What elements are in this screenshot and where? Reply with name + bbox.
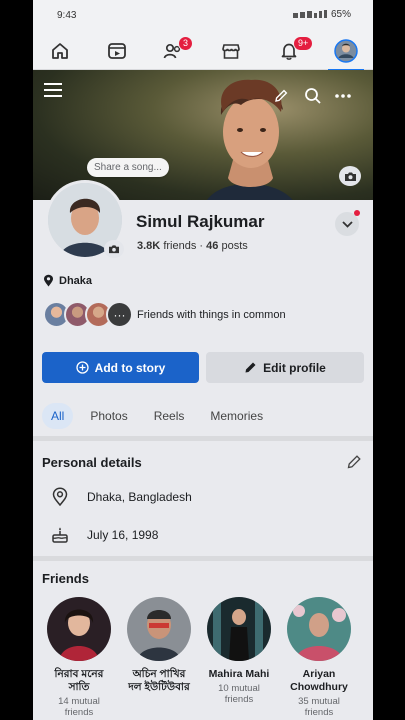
common-friends-avatars: ··· bbox=[43, 301, 133, 328]
friends-section-title: Friends bbox=[42, 571, 89, 586]
tab-reels[interactable]: Reels bbox=[145, 403, 194, 429]
cover-person-image bbox=[207, 79, 293, 200]
common-friends-text: Friends with things in common bbox=[137, 308, 286, 321]
birthday-cake-icon bbox=[52, 527, 68, 543]
friends-in-common[interactable]: ··· Friends with things in common bbox=[43, 301, 286, 328]
friend-photo bbox=[47, 597, 111, 661]
friend-mutual: 35 mutual friends bbox=[298, 696, 340, 718]
profile-name: Simul Rajkumar bbox=[136, 212, 265, 231]
friend-card[interactable]: Mahira Mahi 10 mutual friends bbox=[207, 597, 271, 718]
camera-icon bbox=[344, 172, 356, 181]
friend-name: Mahira Mahi bbox=[208, 668, 270, 680]
friend-photo bbox=[207, 597, 271, 661]
nav-friends[interactable]: 3 bbox=[153, 32, 194, 70]
profile-screen: 9:43 65% 3 9+ Share a song... Simul Rajk… bbox=[33, 0, 373, 720]
notifications-badge: 9+ bbox=[293, 36, 314, 51]
friend-name: নিরাব মনের সাতি bbox=[54, 668, 104, 693]
home-icon bbox=[52, 43, 68, 59]
section-divider bbox=[33, 436, 373, 441]
signal-icon bbox=[292, 10, 327, 18]
friend-photo bbox=[287, 597, 351, 661]
notification-dot bbox=[354, 210, 360, 216]
status-indicators: 65% bbox=[292, 9, 351, 20]
avatar-camera-button[interactable] bbox=[104, 240, 124, 258]
edit-profile-label: Edit profile bbox=[263, 360, 326, 375]
edit-pencil-icon[interactable] bbox=[273, 88, 289, 104]
chevron-down-icon bbox=[341, 220, 353, 228]
share-song-bubble[interactable]: Share a song... bbox=[87, 158, 169, 177]
detail-location: Dhaka, Bangladesh bbox=[49, 487, 192, 506]
friends-count: 3.8K bbox=[137, 240, 161, 252]
tab-all[interactable]: All bbox=[42, 403, 74, 429]
nav-home[interactable] bbox=[40, 32, 80, 70]
nav-profile[interactable] bbox=[326, 32, 366, 71]
profile-switch-button[interactable] bbox=[335, 210, 360, 236]
city-label: Dhaka bbox=[59, 274, 93, 287]
add-circle-icon bbox=[76, 361, 89, 374]
battery-level: 65% bbox=[330, 9, 351, 20]
add-to-story-button[interactable]: Add to story bbox=[42, 352, 199, 383]
posts-count: 46 bbox=[206, 240, 219, 252]
friends-grid: নিরাব মনের সাতি 14 mutual friends অচিন প… bbox=[47, 597, 351, 718]
cover-camera-button[interactable] bbox=[339, 166, 361, 186]
search-icon[interactable] bbox=[304, 87, 322, 105]
camera-icon bbox=[109, 245, 119, 254]
menu-icon[interactable] bbox=[43, 82, 63, 98]
friend-name: Ariyan Chowdhury bbox=[290, 668, 348, 693]
stats-separator: · bbox=[199, 240, 204, 252]
more-options-icon[interactable] bbox=[335, 93, 351, 99]
pencil-icon bbox=[245, 362, 256, 373]
detail-birthday: July 16, 1998 bbox=[49, 526, 158, 544]
friend-name: অচিন পাখির দল ইউটিউবার bbox=[128, 668, 190, 693]
personal-details-title: Personal details bbox=[42, 455, 142, 470]
nav-video[interactable] bbox=[97, 32, 137, 70]
friend-mutual: 14 mutual friends bbox=[58, 696, 100, 718]
friends-label: friends bbox=[163, 240, 197, 252]
friend-mutual: 10 mutual friends bbox=[218, 683, 260, 705]
location-pin-icon bbox=[52, 487, 68, 506]
friend-card[interactable]: নিরাব মনের সাতি 14 mutual friends bbox=[47, 597, 111, 718]
more-avatars-icon: ··· bbox=[106, 301, 133, 328]
section-divider bbox=[33, 556, 373, 561]
status-bar: 9:43 65% bbox=[33, 0, 373, 32]
nav-marketplace[interactable] bbox=[211, 32, 251, 70]
current-city: Dhaka bbox=[43, 274, 92, 287]
status-time: 9:43 bbox=[57, 10, 77, 21]
detail-location-text: Dhaka, Bangladesh bbox=[87, 489, 192, 504]
tab-memories[interactable]: Memories bbox=[201, 403, 272, 429]
profile-avatar-icon bbox=[334, 39, 358, 63]
friend-card[interactable]: অচিন পাখির দল ইউটিউবার bbox=[127, 597, 191, 718]
profile-tabs: All Photos Reels Memories bbox=[42, 403, 272, 429]
friend-card[interactable]: Ariyan Chowdhury 35 mutual friends bbox=[287, 597, 351, 718]
detail-birthday-text: July 16, 1998 bbox=[87, 528, 159, 542]
posts-label: posts bbox=[221, 240, 248, 252]
add-to-story-label: Add to story bbox=[94, 360, 166, 375]
video-icon bbox=[108, 43, 126, 59]
location-pin-icon bbox=[44, 274, 53, 287]
friend-photo bbox=[127, 597, 191, 661]
edit-profile-button[interactable]: Edit profile bbox=[206, 352, 364, 383]
tab-photos[interactable]: Photos bbox=[81, 403, 136, 429]
profile-stats: 3.8K friends · 46 posts bbox=[137, 240, 248, 252]
nav-notifications[interactable]: 9+ bbox=[269, 32, 314, 70]
marketplace-icon bbox=[222, 44, 240, 59]
top-nav: 3 9+ bbox=[33, 32, 373, 71]
friends-badge: 3 bbox=[178, 36, 194, 51]
edit-details-icon[interactable] bbox=[346, 454, 362, 470]
